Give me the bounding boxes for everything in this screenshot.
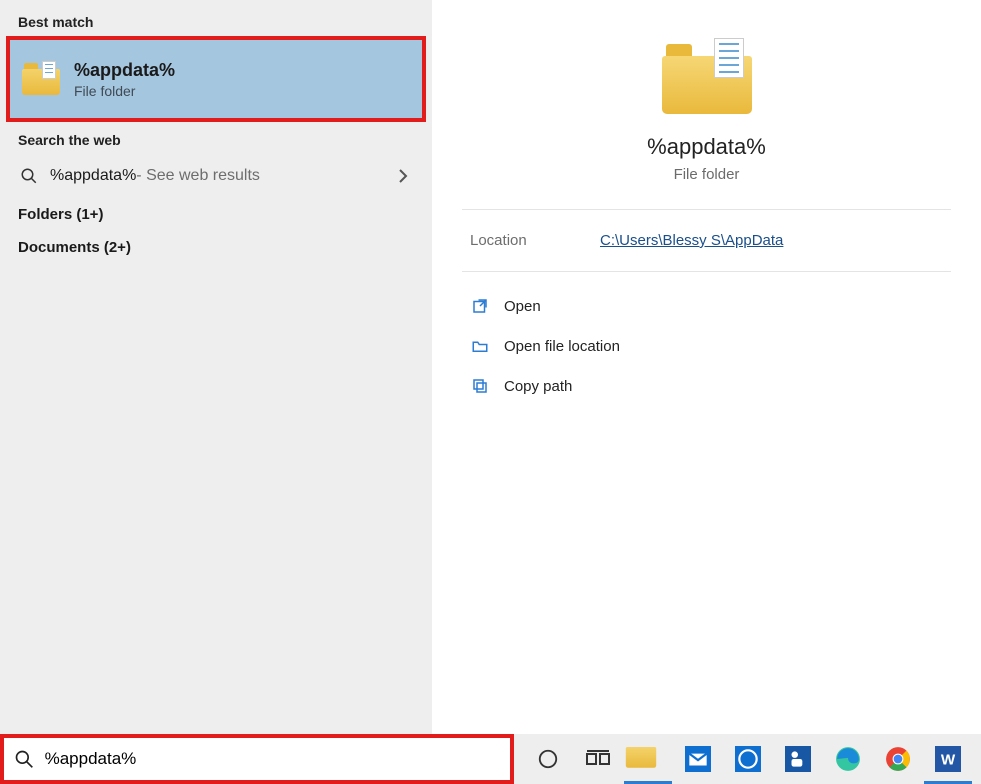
action-copy-path-label: Copy path [504,378,572,395]
edge-taskbar-icon[interactable] [824,734,872,784]
action-open-label: Open [504,298,541,315]
dell-taskbar-icon[interactable] [724,734,772,784]
best-match-label: Best match [0,10,432,36]
web-search-row[interactable]: %appdata% - See web results [0,154,432,198]
web-search-query: %appdata% [50,167,136,185]
action-open-location[interactable]: Open file location [462,326,951,366]
best-match-subtitle: File folder [74,83,175,99]
folder-icon [22,63,60,95]
folder-icon [662,40,752,114]
task-view-button[interactable] [574,734,622,784]
folder-open-icon [470,336,490,356]
preview-pane: %appdata% File folder Location C:\Users\… [432,0,981,734]
cortana-button[interactable] [524,734,572,784]
web-search-hint: - See web results [136,167,260,185]
search-bar[interactable] [4,738,510,780]
category-folders[interactable]: Folders (1+) [0,198,432,231]
best-match-title: %appdata% [74,60,175,81]
svg-text:W: W [941,751,956,768]
category-documents[interactable]: Documents (2+) [0,231,432,264]
best-match-text: %appdata% File folder [74,60,175,99]
taskbar: W [514,734,981,784]
chevron-right-icon [398,168,414,184]
open-icon [470,296,490,316]
file-explorer-taskbar-icon[interactable] [624,734,672,784]
preview-hero: %appdata% File folder [432,0,981,209]
search-icon [18,165,40,187]
best-match-result[interactable]: %appdata% File folder [6,36,426,122]
copy-icon [470,376,490,396]
action-open[interactable]: Open [462,286,951,326]
search-web-label: Search the web [0,128,432,154]
chrome-taskbar-icon[interactable] [874,734,922,784]
search-input[interactable] [45,749,500,769]
preview-title: %appdata% [647,134,766,160]
word-taskbar-icon[interactable]: W [924,734,972,784]
search-icon [14,748,35,770]
search-results-pane: Best match %appdata% File folder Search … [0,0,432,734]
actions-list: Open Open file location Copy path [432,272,981,420]
preview-subtitle: File folder [674,166,740,183]
teams-taskbar-icon[interactable] [774,734,822,784]
location-link[interactable]: C:\Users\Blessy S\AppData [600,232,783,249]
action-copy-path[interactable]: Copy path [462,366,951,406]
location-row: Location C:\Users\Blessy S\AppData [432,210,981,271]
location-label: Location [470,232,600,249]
search-bar-container [0,734,514,784]
action-open-location-label: Open file location [504,338,620,355]
mail-taskbar-icon[interactable] [674,734,722,784]
